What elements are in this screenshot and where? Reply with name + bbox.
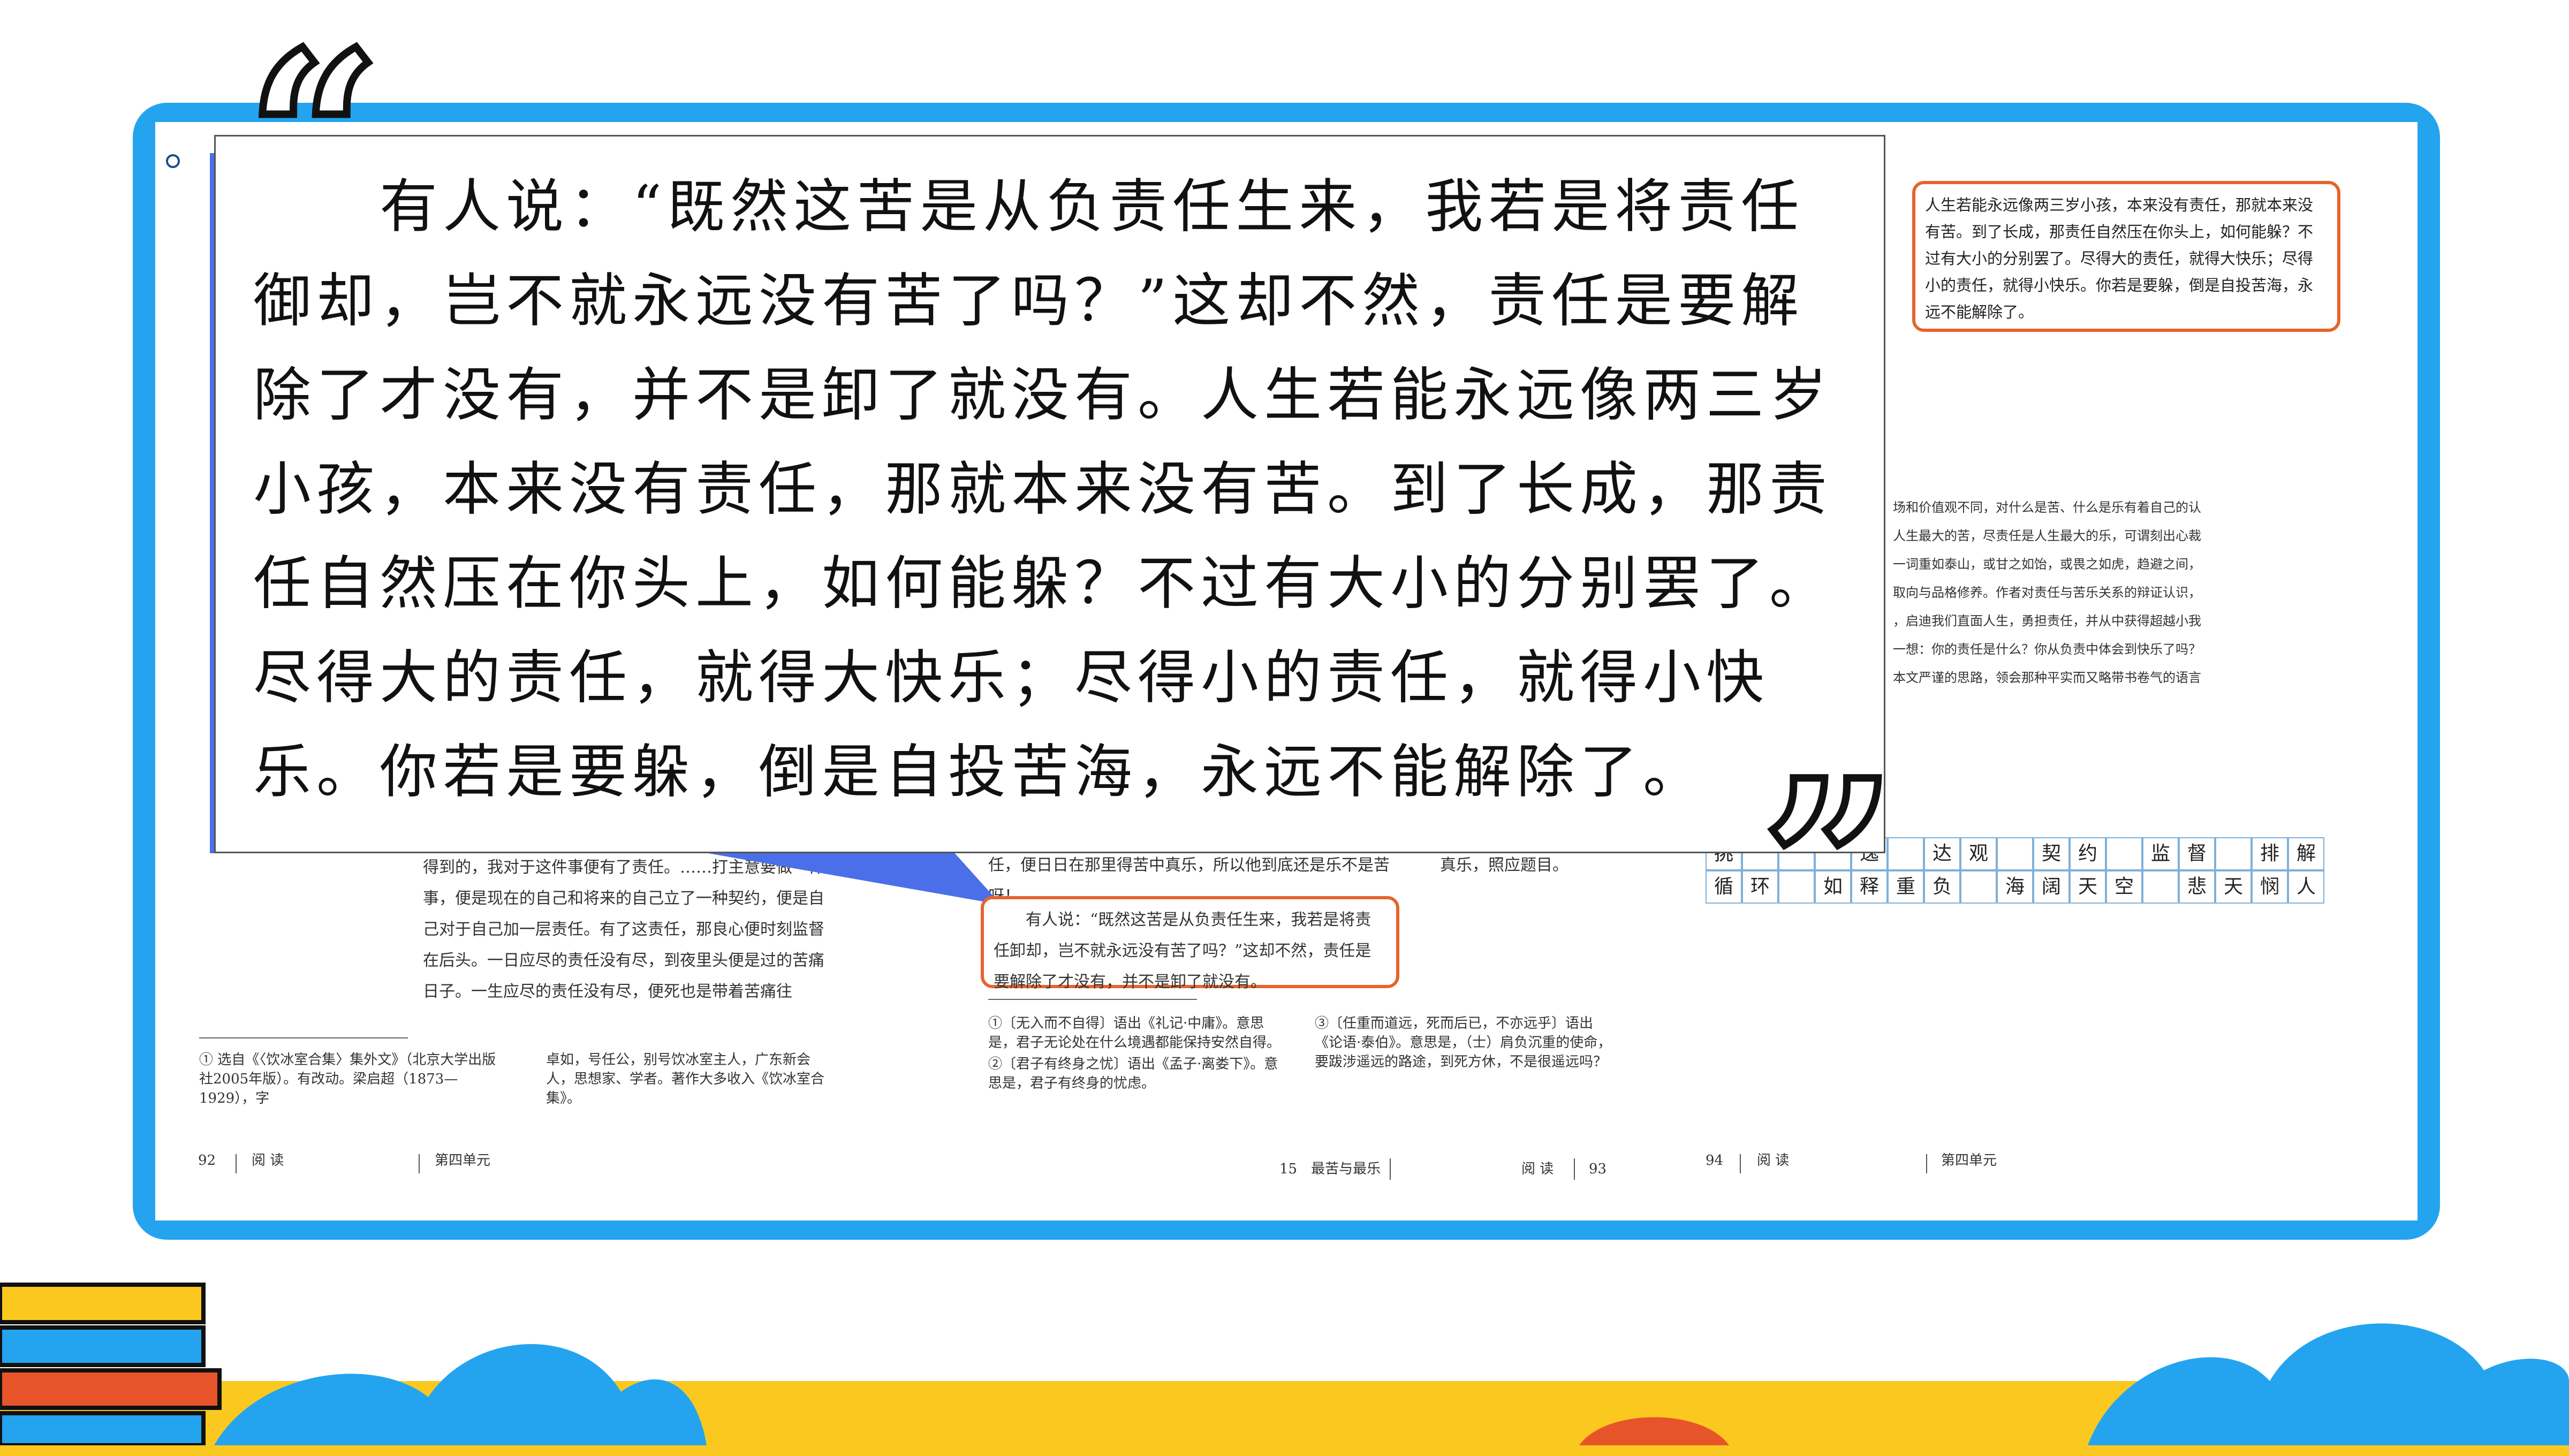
vocab-grid-cell: 监 [2142, 837, 2179, 870]
vocab-grid-cell: 观 [1960, 837, 1997, 870]
callout-quote-text: 有人说：“既然这苦是从负责任生来，我若是将责任御却，岂不就永远没有苦了吗？”这却… [253, 173, 1833, 806]
middle-page-section: 阅 读 [1521, 1161, 1554, 1177]
vocab-grid-cell [2142, 870, 2179, 904]
page-marker-icon [166, 154, 180, 168]
middle-page-number: 93 [1589, 1161, 1607, 1177]
callout-tail [696, 851, 1001, 905]
open-quote-mark: “ [242, 1, 385, 277]
vocab-grid-cell [1997, 837, 2033, 870]
left-page-number: 92 [198, 1152, 216, 1169]
middle-side-note: 真乐，照应题目。 [1440, 856, 1568, 875]
quote-callout: 有人说：“既然这苦是从负责任生来，我若是将责任御却，岂不就永远没有苦了吗？”这却… [214, 135, 1885, 853]
right-summary-block: 场和价值观不同，对什么是苦、什么是乐有着自己的认 人生最大的苦，尽责任是人生最大… [1893, 494, 2337, 692]
footer-divider [1926, 1154, 1927, 1173]
middle-footnote-1: ①〔无入而不自得〕语出《礼记·中庸》。意思是，君子无论处在什么境遇都能保持安然自… [988, 1015, 1281, 1051]
summary-line: 场和价值观不同，对什么是苦、什么是乐有着自己的认 [1893, 500, 2201, 515]
vocab-grid-cell: 阔 [2033, 870, 2070, 904]
right-page-unit: 第四单元 [1941, 1152, 1997, 1169]
decor-book-stack [0, 1283, 222, 1445]
vocab-grid-cell: 海 [1997, 870, 2033, 904]
footer-divider [1574, 1158, 1575, 1180]
summary-line: 人生最大的苦，尽责任是人生最大的乐，可谓刻出心裁 [1893, 528, 2201, 543]
left-page-unit: 第四单元 [435, 1152, 491, 1169]
vocab-grid-cell: 天 [2070, 870, 2106, 904]
vocab-grid-cell [2215, 837, 2252, 870]
middle-footnote-rule [988, 999, 1197, 1000]
vocab-grid-cell [1960, 870, 1997, 904]
vocab-grid-cell: 解 [2288, 837, 2324, 870]
vocab-grid-cell: 悲 [2179, 870, 2215, 904]
vocab-grid-cell: 人 [2288, 870, 2324, 904]
vocab-grid-cell: 循 [1706, 870, 1742, 904]
right-highlight-box: 人生若能永远像两三岁小孩，本来没有责任，那就本来没有苦。到了长成，那责任自然压在… [1912, 181, 2340, 332]
vocab-grid-cell: 悯 [2252, 870, 2288, 904]
summary-line: 一想：你的责任是什么？你从负责中体会到快乐了吗？ [1893, 642, 2201, 657]
vocab-grid-cell: 排 [2252, 837, 2288, 870]
right-page-section: 阅 读 [1757, 1152, 1790, 1169]
middle-highlight-text: 有人说：“既然这苦是从负责任生来，我若是将责任卸却，岂不就永远没有苦了吗？”这却… [994, 911, 1371, 991]
decor-blue-wave [214, 1323, 2569, 1445]
footer-divider [419, 1154, 420, 1173]
left-footnote-rule [199, 1037, 408, 1038]
vocab-grid-cell: 空 [2106, 870, 2142, 904]
summary-line: 一词重如泰山，或甘之如饴，或畏之如虎，趋避之间， [1893, 557, 2201, 572]
vocab-grid-cell: 负 [1924, 870, 1960, 904]
middle-footnote-2: ②〔君子有终身之忧〕语出《孟子·离娄下》。意思是，君子有终身的忧虑。 [988, 1056, 1278, 1091]
vocab-grid-cell [2106, 837, 2142, 870]
vocab-grid-cell: 约 [2070, 837, 2106, 870]
middle-footnote-3: ③〔任重而道远，死而后已，不亦远乎〕语出《论语·泰伯》。意思是，（士）肩负沉重的… [1315, 1015, 1612, 1070]
left-footnote-1: ① 选自《〈饮冰室合集〉集外文》（北京大学出版社2005年版）。有改动。梁启超（… [199, 1052, 496, 1106]
vocab-grid-cell: 达 [1924, 837, 1960, 870]
summary-line: 取向与品格修养。作者对责任与苦乐关系的辩证认识， [1893, 585, 2201, 600]
footer-divider [1740, 1154, 1741, 1173]
middle-lesson-title: 15 最苦与最乐 [1279, 1161, 1381, 1177]
left-footnote-2: 卓如，号任公，别号饮冰室主人，广东新会人，思想家、学者。著作大多收入《饮冰室合集… [546, 1052, 825, 1106]
vocab-grid-cell: 天 [2215, 870, 2252, 904]
footer-divider [1390, 1158, 1391, 1180]
vocab-grid-cell: 契 [2033, 837, 2070, 870]
summary-line: ，启迪我们直面人生，勇担责任，并从中获得超越小我 [1893, 613, 2201, 628]
right-page-number: 94 [1706, 1152, 1724, 1169]
right-highlight-text: 人生若能永远像两三岁小孩，本来没有责任，那就本来没有苦。到了长成，那责任自然压在… [1925, 196, 2314, 321]
middle-highlight-box: 有人说：“既然这苦是从负责任生来，我若是将责任卸却，岂不就永远没有苦了吗？”这却… [981, 896, 1399, 991]
footer-divider [236, 1154, 237, 1173]
close-quote-mark: ” [1757, 729, 1900, 1005]
left-page-section: 阅 读 [252, 1152, 284, 1169]
middle-body-above: 任，便日日在那里得苦中真乐，所以他到底还是乐不是苦呀！ [988, 856, 1390, 904]
summary-line: 本文严谨的思路，领会那种平实而又略带书卷气的语言 [1893, 670, 2201, 685]
vocab-grid-cell: 督 [2179, 837, 2215, 870]
